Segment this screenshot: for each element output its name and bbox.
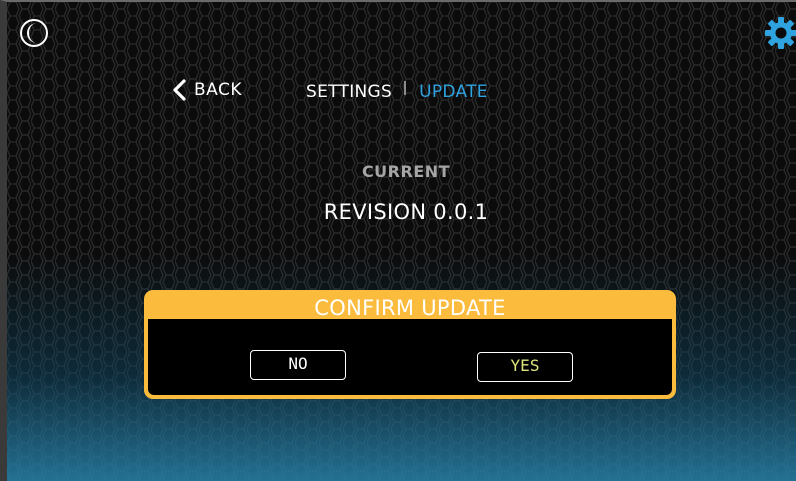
breadcrumb-settings[interactable]: SETTINGS — [306, 82, 392, 102]
dialog-title: CONFIRM UPDATE — [314, 296, 506, 319]
no-button[interactable]: NO — [250, 350, 346, 380]
yes-button[interactable]: YES — [477, 352, 573, 382]
device-screen — [0, 0, 796, 481]
revision-value: REVISION 0.0.1 — [323, 200, 489, 224]
moon-icon[interactable] — [19, 18, 49, 48]
back-button[interactable]: BACK — [170, 76, 242, 104]
breadcrumb-divider — [404, 81, 407, 95]
confirm-update-dialog: CONFIRM UPDATE NO YES — [144, 290, 676, 399]
chevron-left-icon — [173, 79, 186, 101]
current-label: CURRENT — [361, 162, 451, 181]
dialog-body: NO YES — [148, 319, 672, 395]
breadcrumb-update[interactable]: UPDATE — [419, 82, 488, 102]
back-label: BACK — [194, 80, 243, 100]
breadcrumb: SETTINGS UPDATE — [306, 81, 488, 102]
gear-icon[interactable] — [763, 15, 796, 51]
